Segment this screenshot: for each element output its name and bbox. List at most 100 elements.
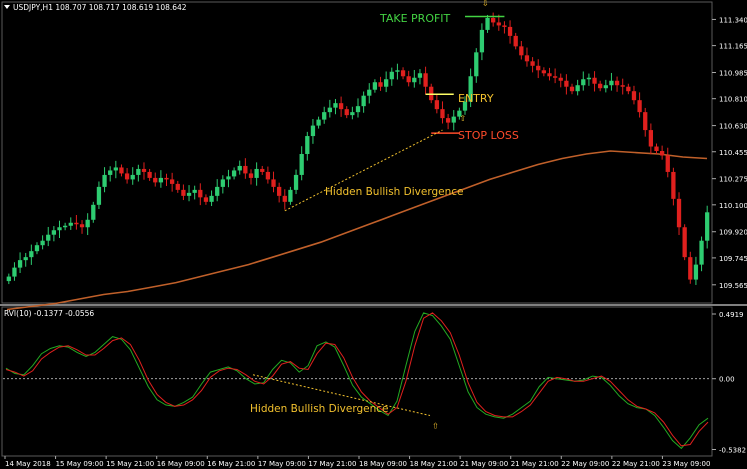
candle-body: [68, 222, 73, 226]
candle-body: [530, 61, 535, 66]
y-tick-label: 109.565: [719, 282, 747, 290]
candle-body: [113, 167, 118, 171]
candle-body: [355, 106, 361, 113]
symbol-dropdown-icon[interactable]: [4, 5, 10, 9]
candle-body: [569, 86, 575, 92]
candle-body: [474, 52, 479, 77]
candle-body: [260, 168, 265, 172]
candle-body: [665, 155, 670, 172]
candle-body: [417, 73, 423, 78]
y-tick-label: 110.455: [719, 149, 747, 157]
candle-body: [344, 109, 349, 116]
candle-body: [586, 77, 592, 80]
candle-body: [659, 151, 665, 156]
y-tick-label: 109.920: [719, 229, 747, 237]
candle-body: [203, 197, 209, 202]
chart-canvas[interactable]: ⇩⇧ ⇧ 111.340111.165110.985110.810110.630…: [0, 0, 747, 469]
candle-body: [552, 76, 558, 78]
candle-body: [434, 100, 439, 110]
y-tick-label: 110.100: [719, 202, 747, 210]
x-tick-label: 16 May 09:00: [157, 460, 205, 468]
arrow-up-icon: ⇧: [459, 114, 466, 123]
candle-body: [29, 251, 34, 258]
candle-body: [367, 89, 372, 96]
candle-body: [581, 79, 586, 86]
candle-body: [445, 118, 451, 123]
candle-body: [333, 103, 338, 108]
x-tick-label: 22 May 09:00: [561, 460, 609, 468]
candle-body: [524, 55, 530, 62]
candle-body: [23, 257, 28, 261]
y-tick-label: 110.630: [719, 123, 747, 131]
arrow-up-icon: ⇩: [482, 0, 489, 8]
candle-body: [124, 173, 130, 180]
candle-body: [102, 174, 107, 187]
candle-body: [271, 179, 276, 187]
arrow-up-icon: ⇧: [432, 422, 439, 431]
candle-body: [614, 80, 620, 86]
candle-body: [170, 179, 175, 184]
candle-body: [209, 195, 214, 202]
candle-body: [547, 73, 552, 77]
candle-body: [34, 245, 40, 252]
candle-body: [46, 234, 51, 241]
candle-body: [85, 219, 90, 228]
candle-body: [400, 70, 406, 77]
candle-body: [676, 198, 682, 228]
candle-body: [395, 70, 400, 72]
candle-body: [322, 112, 327, 120]
candle-body: [293, 174, 299, 190]
rvi-y-tick-label: 0.4919: [719, 311, 744, 319]
candle-body: [74, 222, 79, 225]
entry-label: ENTRY: [458, 92, 494, 105]
candle-body: [671, 171, 676, 199]
rvi-layer: ⇧: [3, 312, 711, 450]
y-tick-label: 111.165: [719, 43, 747, 51]
candle-body: [688, 257, 693, 280]
x-tick-label: 22 May 21:00: [612, 460, 660, 468]
candle-body: [626, 86, 631, 92]
candle-body: [305, 136, 310, 154]
y-tick-label: 109.745: [719, 255, 747, 263]
candle-body: [384, 79, 389, 87]
candle-body: [96, 186, 102, 205]
candle-body: [12, 267, 17, 277]
candle-body: [598, 83, 603, 89]
x-tick-label: 21 May 21:00: [511, 460, 559, 468]
candle-body: [507, 26, 513, 36]
candle-body: [423, 73, 428, 87]
candle-body: [389, 71, 394, 80]
divergence-label-main: Hidden Bullish Divergence: [325, 186, 464, 198]
main-panel-frame: [1, 1, 713, 304]
candle-body: [6, 276, 11, 282]
candle-body: [519, 46, 524, 56]
y-tick-label: 111.340: [719, 16, 747, 24]
candle-body: [119, 167, 124, 174]
candle-body: [226, 176, 231, 180]
candle-body: [603, 85, 608, 89]
candle-body: [536, 65, 541, 71]
rvi-y-tick-label: 0.00: [719, 376, 735, 384]
candle-body: [91, 204, 96, 220]
candle-body: [575, 85, 580, 92]
candle-body: [643, 112, 648, 131]
candle-body: [316, 119, 321, 126]
candle-body: [609, 80, 614, 86]
indicator-label: RVI(10) -0.1377 -0.0556: [4, 309, 94, 318]
candle-body: [186, 192, 192, 196]
candle-body: [361, 95, 366, 107]
candle-body: [491, 17, 496, 23]
candle-body: [541, 70, 546, 74]
candle-body: [310, 125, 316, 137]
x-tick-label: 17 May 21:00: [308, 460, 356, 468]
candle-body: [220, 179, 225, 187]
candle-body: [440, 109, 445, 119]
x-tick-label: 14 May 2018: [5, 460, 51, 468]
candle-body: [141, 168, 147, 172]
candle-body: [231, 170, 237, 177]
candle-body: [502, 25, 507, 27]
candle-body: [147, 171, 152, 178]
candle-body: [198, 189, 203, 198]
x-tick-label: 18 May 21:00: [410, 460, 458, 468]
take-profit-label: TAKE PROFIT: [379, 12, 451, 25]
